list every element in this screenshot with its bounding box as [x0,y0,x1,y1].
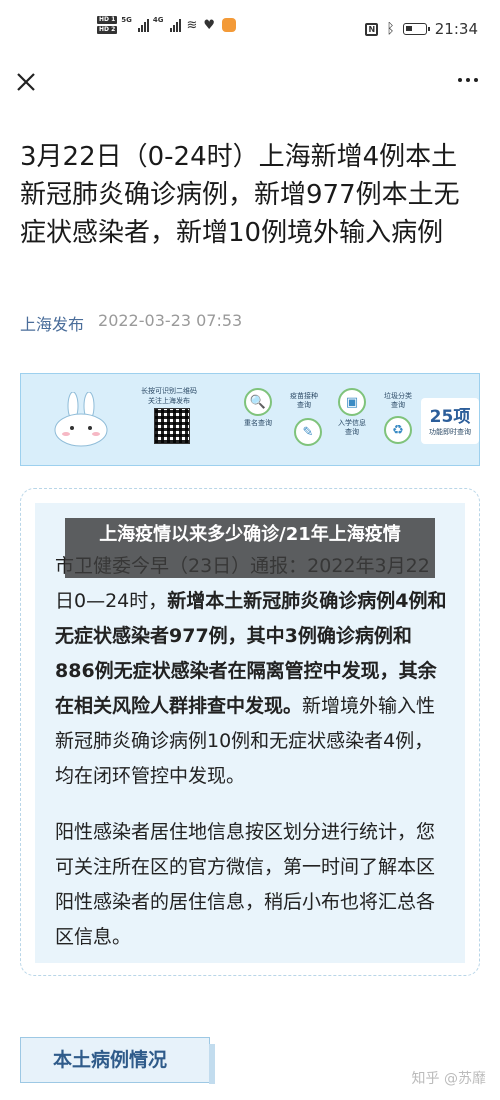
signal-icon [137,18,149,32]
service-vaccine-query[interactable]: 疫苗接种 查询 [279,382,329,410]
hd-indicators: HD 1 HD 2 [97,16,118,34]
service-label: 重名查询 [244,419,272,427]
qr-caption: 长按可识别二维码 关注上海发布 [141,387,197,405]
bluetooth-icon: ᛒ [386,21,395,37]
service-label: 垃圾分类 查询 [384,392,412,409]
service-name-query[interactable]: 🔍 重名查询 [233,388,283,428]
feature-count-sub: 功能即时查询 [429,428,471,436]
service-banner[interactable]: 长按可识别二维码 关注上海发布 🔍 重名查询 疫苗接种 查询 ✎ ▣ 入学信息 … [20,373,480,466]
service-waste-query[interactable]: 垃圾分类 查询 ♻ [373,384,423,444]
article-title: 3月22日（0-24时）上海新增4例本土新冠肺炎确诊病例，新增977例本土无症状… [20,142,460,248]
status-bar-right: N ᛒ 21:34 [365,20,478,38]
search-icon: 🔍 [244,388,272,416]
article-date: 2022-03-23 07:53 [98,311,243,330]
service-syringe[interactable]: ✎ [283,418,333,446]
feature-count-badge: 25项 功能即时查询 [421,398,479,444]
school-icon: ▣ [338,388,366,416]
service-school-query[interactable]: ▣ 入学信息 查询 [327,388,377,437]
service-label: 入学信息 查询 [338,419,366,436]
sig1-label: 5G [121,16,132,24]
syringe-icon: ✎ [294,418,322,446]
nfc-icon: N [365,22,379,36]
more-icon[interactable] [458,78,478,82]
app-notification-icon [222,18,237,32]
watermark: 知乎 @苏靡 [411,1071,486,1087]
close-icon[interactable] [14,70,38,94]
sig2-label: 4G [152,16,164,24]
bin-icon: ♻ [384,416,412,444]
heart-icon: ♥ [203,17,216,33]
qr-code-icon[interactable] [154,408,190,444]
feature-count: 25项 [429,407,471,427]
service-label: 疫苗接种 查询 [290,392,318,409]
section-tab-local-cases[interactable]: 本土病例情况 [20,1037,215,1084]
overlay-title: 上海疫情以来多少确诊/21年上海疫情 [65,518,435,578]
notice-paragraph-1: 市卫健委今早（23日）通报：2022年3月22日0—24时，新增本土新冠肺炎确诊… [55,549,447,794]
clock: 21:34 [434,20,478,38]
status-bar: HD 1 HD 2 5G 4G ≋ ♥ N ᛒ 21:34 [0,0,500,58]
wifi-icon: ≋ [186,17,198,33]
battery-icon [402,23,430,35]
status-bar-left: HD 1 HD 2 5G 4G ≋ ♥ [97,16,237,34]
article-meta: 上海发布 2022-03-23 07:53 [20,311,242,335]
notice-paragraph-2: 阳性感染者居住地信息按区划分进行统计，您可关注所在区的官方微信，第一时间了解本区… [55,821,436,948]
mascot-bunny-icon [54,392,108,447]
article-source-link[interactable]: 上海发布 [20,311,84,335]
signal-icon-2 [169,18,181,32]
hd2-indicator: HD 2 [97,26,118,34]
hd1-indicator: HD 1 [97,16,118,24]
